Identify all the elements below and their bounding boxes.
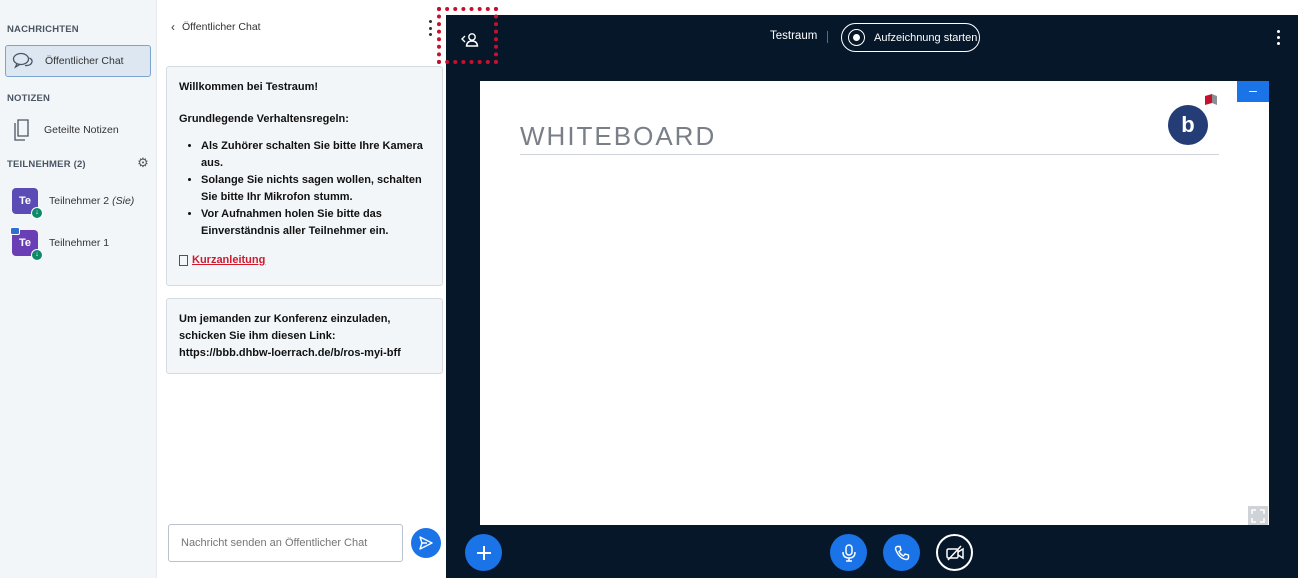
gear-icon[interactable]: ⚙ (136, 156, 150, 170)
avatar-initials: Te (18, 237, 32, 249)
rule-item: Als Zuhörer schalten Sie bitte Ihre Kame… (201, 138, 430, 172)
record-label: Aufzeichnung starten (874, 31, 978, 44)
fullscreen-button[interactable] (1248, 506, 1268, 525)
participant-you-suffix: (Sie) (112, 195, 135, 207)
logo-letter: b (1181, 112, 1195, 137)
camera-off-icon (945, 544, 964, 561)
messages-section-title: NACHRICHTEN (7, 24, 79, 35)
actions-plus-button[interactable] (465, 534, 502, 571)
notes-section-title: NOTIZEN (7, 93, 51, 104)
minimize-presentation-button[interactable]: – (1237, 81, 1269, 102)
chat-options-icon[interactable] (425, 20, 435, 36)
avatar-initials: Te (18, 195, 32, 207)
chat-title: Öffentlicher Chat (182, 21, 261, 33)
audio-phone-button[interactable] (883, 534, 920, 571)
camera-button[interactable] (936, 534, 973, 571)
plus-icon (476, 545, 491, 560)
welcome-message: Willkommen bei Testraum! Grundlegende Ve… (166, 66, 443, 286)
toggle-userlist-highlight (437, 7, 498, 64)
avatar: Te ↓ (10, 227, 43, 261)
shared-notes-label: Geteilte Notizen (44, 124, 119, 136)
expand-icon (1251, 508, 1265, 523)
chat-header[interactable]: ‹ Öffentlicher Chat (171, 20, 261, 34)
rules-list: Als Zuhörer schalten Sie bitte Ihre Kame… (201, 138, 430, 240)
chevron-left-icon: ‹ (171, 20, 175, 34)
rule-item: Vor Aufnahmen holen Sie bitte das Einver… (201, 206, 430, 240)
whiteboard-slide[interactable]: WHITEBOARD b (480, 81, 1269, 525)
microphone-button[interactable] (830, 534, 867, 571)
participant-item[interactable]: Te ↓ Teilnehmer 1 (10, 227, 110, 261)
rules-heading: Grundlegende Verhaltensregeln: (179, 113, 349, 125)
send-icon (419, 536, 433, 550)
room-title: Testraum (770, 30, 818, 42)
participant-item[interactable]: Te ↓ Teilnehmer 2 (Sie) (12, 186, 135, 219)
public-chat-label: Öffentlicher Chat (45, 55, 124, 67)
chat-panel: ‹ Öffentlicher Chat Willkommen bei Testr… (156, 0, 446, 578)
shared-notes-item[interactable]: Geteilte Notizen (5, 114, 151, 146)
participants-section-title: TEILNEHMER (2) (7, 159, 86, 170)
participant-name: Teilnehmer 1 (49, 237, 110, 249)
presentation-area: Testraum Aufzeichnung starten WHITEBOARD… (446, 15, 1298, 578)
options-menu-icon[interactable] (1275, 30, 1281, 45)
chat-message-input[interactable] (168, 524, 403, 562)
guide-link[interactable]: Kurzanleitung (179, 252, 265, 269)
guide-link-label: Kurzanleitung (192, 254, 266, 266)
public-chat-item[interactable]: Öffentlicher Chat (5, 45, 151, 77)
send-button[interactable] (411, 528, 441, 558)
title-divider (827, 31, 828, 43)
audio-status-icon: ↓ (31, 249, 43, 261)
avatar: Te ↓ (12, 188, 43, 219)
phone-icon (894, 545, 909, 560)
slide-divider (520, 154, 1219, 155)
slide-title: WHITEBOARD (520, 121, 717, 151)
invite-message: Um jemanden zur Konferenz einzuladen, sc… (166, 298, 443, 374)
start-recording-button[interactable]: Aufzeichnung starten (841, 23, 980, 52)
rule-item: Solange Sie nichts sagen wollen, schalte… (201, 172, 430, 206)
notes-document-icon (8, 116, 36, 144)
microphone-icon (841, 543, 856, 562)
presenter-icon (10, 227, 20, 235)
chat-bubbles-icon (9, 47, 37, 75)
bbb-logo: b (1168, 105, 1208, 145)
invite-text: Um jemanden zur Konferenz einzuladen, sc… (179, 313, 401, 359)
document-icon (179, 255, 188, 266)
welcome-title: Willkommen bei Testraum! (179, 81, 319, 93)
logo-flag-icon (1205, 94, 1217, 105)
record-icon (848, 29, 865, 46)
participant-name: Teilnehmer 2 (49, 195, 110, 207)
user-list-panel: NACHRICHTEN Öffentlicher Chat NOTIZEN Ge… (0, 0, 156, 578)
audio-status-icon: ↓ (31, 207, 43, 219)
